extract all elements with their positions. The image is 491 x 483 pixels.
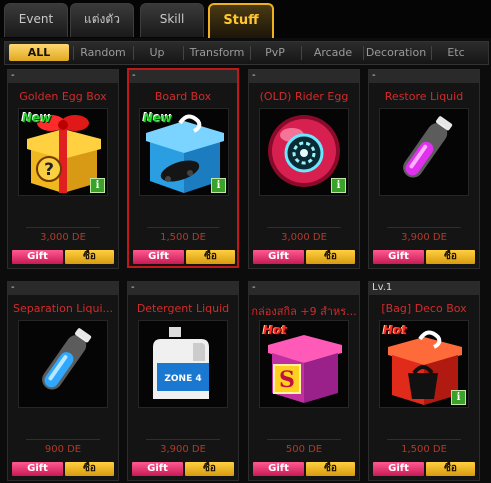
buy-button[interactable]: ซื้อ: [306, 462, 355, 476]
item-card-deco-box[interactable]: Lv.1 [Bag] Deco Box Hot i 1,500 DE Gift …: [368, 281, 480, 481]
gift-button[interactable]: Gift: [12, 250, 63, 264]
tab-event[interactable]: Event: [4, 3, 68, 37]
buy-button[interactable]: ซื้อ: [306, 250, 355, 264]
tab-stuff[interactable]: Stuff: [208, 3, 274, 38]
gift-button[interactable]: Gift: [373, 462, 424, 476]
purple-vial-icon: [379, 108, 469, 196]
item-header: -: [8, 70, 118, 83]
buy-button[interactable]: ซื้อ: [65, 250, 114, 264]
item-card-restore-liquid[interactable]: - Restore Liquid 3,900 DE Gift ซื้อ: [368, 69, 480, 269]
item-card-separation-liquid[interactable]: - Separation Liqui... 900 DE Gift ซื้อ: [7, 281, 119, 481]
info-icon[interactable]: i: [211, 178, 226, 193]
item-name: (OLD) Rider Egg: [259, 90, 349, 103]
divider: [267, 439, 341, 440]
detergent-bottle-icon: ZONE 4: [138, 320, 228, 408]
item-name: กล่องสกิล +9 สำหร...: [251, 305, 357, 318]
hot-badge: Hot: [383, 323, 408, 337]
gift-button[interactable]: Gift: [253, 462, 304, 476]
new-badge: New: [22, 111, 52, 125]
item-name: Board Box: [154, 90, 212, 103]
category-divider: [363, 46, 364, 60]
divider: [26, 227, 100, 228]
buy-button[interactable]: ซื้อ: [426, 250, 475, 264]
category-up[interactable]: Up: [137, 44, 177, 61]
category-random[interactable]: Random: [77, 44, 129, 61]
svg-text:ZONE 4: ZONE 4: [164, 374, 201, 384]
item-name: Restore Liquid: [384, 90, 464, 103]
item-card-board-box[interactable]: - Board Box New i 1,500 DE Gift ซื้อ: [127, 68, 239, 268]
category-divider: [301, 46, 302, 60]
category-divider: [431, 46, 432, 60]
svg-text:S: S: [279, 367, 295, 393]
buy-button[interactable]: ซื้อ: [426, 462, 475, 476]
item-price: 500 DE: [285, 444, 323, 455]
item-price: 1,500 DE: [401, 444, 447, 455]
item-header: -: [8, 282, 118, 295]
category-divider: [133, 46, 134, 60]
item-header: -: [369, 70, 479, 83]
divider: [387, 439, 461, 440]
skill-box-icon: S Hot: [259, 320, 349, 408]
buy-button[interactable]: ซื้อ: [185, 462, 234, 476]
item-header: -: [249, 282, 359, 295]
category-decoration[interactable]: Decoration: [365, 44, 427, 61]
category-pvp[interactable]: PvP: [253, 44, 297, 61]
item-name: [Bag] Deco Box: [381, 302, 467, 315]
item-card-skill-box[interactable]: - กล่องสกิล +9 สำหร... S Hot 500 DE Gift…: [248, 281, 360, 481]
gift-button[interactable]: Gift: [373, 250, 424, 264]
category-transform[interactable]: Transform: [187, 44, 247, 61]
category-all[interactable]: ALL: [9, 44, 69, 61]
divider: [146, 439, 220, 440]
gift-button[interactable]: Gift: [12, 462, 63, 476]
item-price: 1,500 DE: [160, 232, 206, 243]
gift-button[interactable]: Gift: [132, 462, 183, 476]
golden-egg-box-icon: ? New i: [18, 108, 108, 196]
item-card-rider-egg[interactable]: - (OLD) Rider Egg i 3,000 DE Gift ซื้อ: [248, 69, 360, 269]
buy-button[interactable]: ซื้อ: [186, 250, 235, 264]
item-card-golden-egg-box[interactable]: - Golden Egg Box ? New i 3,000 DE Gift ซ…: [7, 69, 119, 269]
item-price: 3,900 DE: [401, 232, 447, 243]
new-badge: New: [143, 111, 173, 125]
category-bar: ALL Random Up Transform PvP Arcade Decor…: [4, 41, 489, 65]
category-divider: [73, 46, 74, 60]
deco-box-icon: Hot i: [379, 320, 469, 408]
item-card-detergent-liquid[interactable]: - Detergent Liquid ZONE 4 3,900 DE Gift …: [127, 281, 239, 481]
top-tab-bar: Event แต่งตัว Skill Stuff: [0, 0, 491, 38]
divider: [147, 227, 219, 228]
tab-costume[interactable]: แต่งตัว: [70, 3, 134, 37]
gift-button[interactable]: Gift: [133, 250, 184, 264]
item-price: 900 DE: [44, 444, 82, 455]
gift-button[interactable]: Gift: [253, 250, 304, 264]
divider: [387, 227, 461, 228]
category-etc[interactable]: Etc: [435, 44, 477, 61]
item-name: Golden Egg Box: [19, 90, 107, 103]
rider-egg-icon: i: [259, 108, 349, 196]
info-icon[interactable]: i: [90, 178, 105, 193]
buy-button[interactable]: ซื้อ: [65, 462, 114, 476]
item-header: -: [128, 282, 238, 295]
divider: [26, 439, 100, 440]
category-arcade[interactable]: Arcade: [305, 44, 361, 61]
board-box-icon: New i: [139, 108, 229, 196]
item-name: Separation Liqui...: [13, 302, 113, 315]
category-divider: [183, 46, 184, 60]
item-header: Lv.1: [369, 282, 479, 295]
info-icon[interactable]: i: [451, 390, 466, 405]
divider: [267, 227, 341, 228]
blue-vial-icon: [18, 320, 108, 408]
item-price: 3,900 DE: [160, 444, 206, 455]
item-price: 3,000 DE: [40, 232, 86, 243]
item-header: -: [129, 70, 237, 83]
item-price: 3,000 DE: [281, 232, 327, 243]
category-divider: [250, 46, 251, 60]
info-icon[interactable]: i: [331, 178, 346, 193]
item-name: Detergent Liquid: [136, 302, 230, 315]
hot-badge: Hot: [263, 323, 288, 337]
item-header: -: [249, 70, 359, 83]
svg-text:?: ?: [44, 160, 54, 180]
tab-skill[interactable]: Skill: [140, 3, 204, 37]
